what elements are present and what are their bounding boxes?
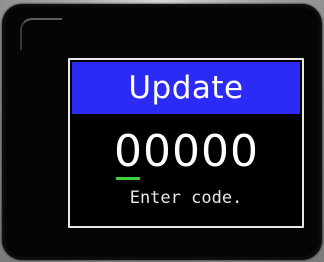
display-screen: Update 0 0000 Enter code. — [68, 58, 304, 228]
code-digit-3[interactable]: 0 — [172, 126, 201, 178]
code-digit-4[interactable]: 0 — [201, 126, 230, 178]
code-digit-1[interactable]: 0 — [114, 126, 143, 180]
code-digit-5[interactable]: 0 — [230, 126, 259, 178]
bezel-highlight — [20, 18, 62, 50]
hint-text: Enter code. — [129, 188, 243, 208]
dialog-title: Update — [72, 62, 300, 114]
code-entry[interactable]: 0 0000 — [70, 126, 302, 180]
code-digit-1-value: 0 — [114, 126, 142, 177]
code-digit-2[interactable]: 0 — [143, 126, 172, 178]
digit-cursor — [115, 177, 140, 180]
